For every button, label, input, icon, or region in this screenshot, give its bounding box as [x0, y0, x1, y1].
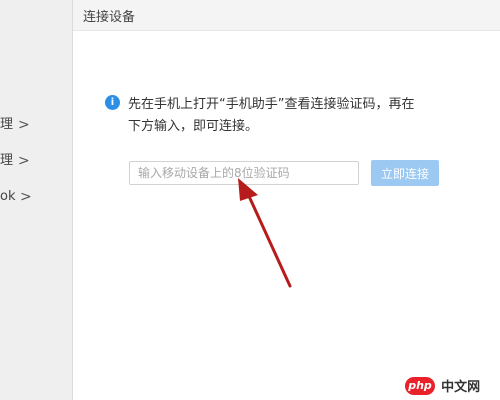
watermark-text: 中文网 [441, 380, 481, 395]
arrow-head [238, 178, 258, 201]
red-arrow-icon [238, 178, 292, 288]
arrow-shaft [246, 192, 292, 288]
watermark-logo: php [405, 376, 435, 395]
watermark: php 中文网 [405, 376, 481, 395]
